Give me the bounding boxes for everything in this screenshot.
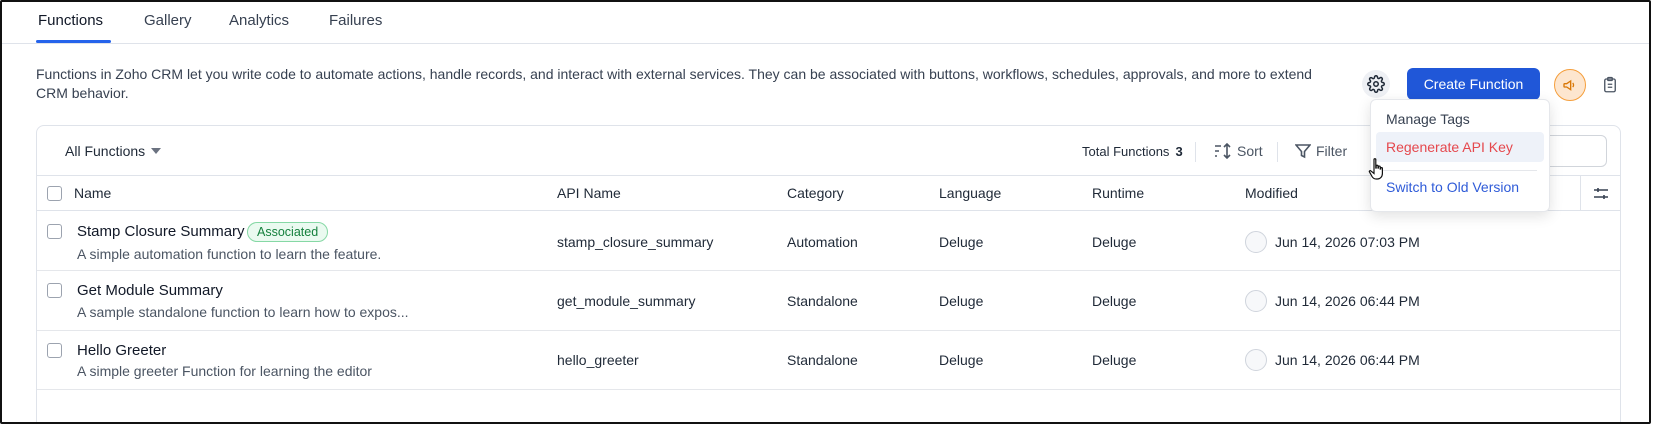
column-header-modified[interactable]: Modified — [1245, 185, 1298, 201]
function-name[interactable]: Hello Greeter — [77, 342, 166, 359]
table-row[interactable]: Get Module Summary A sample standalone f… — [37, 271, 1620, 331]
api-name-cell: hello_greeter — [557, 352, 639, 368]
avatar — [1245, 349, 1267, 371]
view-filter-label: All Functions — [65, 143, 146, 159]
modified-cell: Jun 14, 2026 06:44 PM — [1275, 352, 1420, 368]
row-checkbox[interactable] — [47, 283, 62, 298]
sort-icon — [1215, 143, 1231, 159]
function-name[interactable]: Stamp Closure Summary — [77, 223, 245, 240]
modified-cell: Jun 14, 2026 06:44 PM — [1275, 293, 1420, 309]
hand-cursor-icon — [1368, 158, 1383, 180]
megaphone-icon — [1563, 79, 1575, 91]
column-settings-button[interactable] — [1580, 176, 1620, 211]
caret-down-icon — [151, 148, 162, 154]
toolbar-divider — [1277, 142, 1278, 162]
runtime-cell: Deluge — [1092, 352, 1137, 368]
announcements-button[interactable] — [1554, 69, 1586, 101]
active-tab-indicator — [36, 40, 111, 43]
sort-button[interactable]: Sort — [1214, 143, 1263, 159]
function-description: A simple automation function to learn th… — [77, 246, 382, 262]
column-header-language[interactable]: Language — [939, 185, 1001, 201]
menu-item-manage-tags[interactable]: Manage Tags — [1386, 111, 1470, 127]
column-header-category[interactable]: Category — [787, 185, 844, 201]
category-cell: Standalone — [787, 293, 858, 309]
avatar — [1245, 231, 1267, 253]
table-row[interactable]: Hello Greeter A simple greeter Function … — [37, 331, 1620, 390]
clipboard-icon — [1604, 76, 1616, 93]
menu-divider — [1383, 170, 1537, 171]
column-header-api-name[interactable]: API Name — [557, 185, 621, 201]
menu-item-switch-old-version[interactable]: Switch to Old Version — [1386, 179, 1519, 195]
row-checkbox[interactable] — [47, 224, 62, 239]
filter-icon — [1295, 144, 1311, 159]
toolbar-divider — [1195, 142, 1196, 162]
filter-label: Filter — [1316, 143, 1348, 159]
sort-label: Sort — [1237, 143, 1263, 159]
view-filter-dropdown[interactable]: All Functions — [65, 143, 162, 159]
runtime-cell: Deluge — [1092, 293, 1137, 309]
select-all-checkbox[interactable] — [47, 186, 62, 201]
tab-analytics[interactable]: Analytics — [229, 12, 289, 29]
language-cell: Deluge — [939, 293, 984, 309]
row-checkbox[interactable] — [47, 343, 62, 358]
sliders-icon — [1593, 187, 1608, 199]
column-header-name[interactable]: Name — [74, 185, 111, 201]
language-cell: Deluge — [939, 234, 984, 250]
category-cell: Automation — [787, 234, 858, 250]
total-label: Total Functions — [1082, 144, 1170, 159]
runtime-cell: Deluge — [1092, 234, 1137, 250]
tab-failures[interactable]: Failures — [329, 12, 382, 29]
table-row[interactable]: Stamp Closure Summary Associated A simpl… — [37, 211, 1620, 271]
documentation-button[interactable] — [1599, 72, 1621, 98]
menu-item-regenerate-api-key[interactable]: Regenerate API Key — [1386, 139, 1513, 155]
avatar — [1245, 290, 1267, 312]
api-name-cell: stamp_closure_summary — [557, 234, 714, 250]
tab-gallery[interactable]: Gallery — [144, 12, 192, 29]
tab-functions[interactable]: Functions — [38, 12, 103, 29]
settings-button[interactable] — [1362, 70, 1390, 98]
settings-menu: Manage Tags Regenerate API Key Switch to… — [1370, 99, 1550, 212]
category-cell: Standalone — [787, 352, 858, 368]
create-function-button[interactable]: Create Function — [1407, 68, 1540, 100]
language-cell: Deluge — [939, 352, 984, 368]
total-count: 3 — [1175, 144, 1183, 159]
function-description: A simple greeter Function for learning t… — [77, 363, 372, 379]
app-window: Functions Gallery Analytics Failures Fun… — [0, 0, 1651, 424]
page-description: Functions in Zoho CRM let you write code… — [36, 66, 1312, 101]
column-header-runtime[interactable]: Runtime — [1092, 185, 1144, 201]
tab-bar: Functions Gallery Analytics Failures — [2, 2, 1649, 44]
total-functions: Total Functions 3 — [1082, 144, 1183, 159]
filter-button[interactable]: Filter — [1295, 143, 1347, 159]
modified-cell: Jun 14, 2026 07:03 PM — [1275, 234, 1420, 250]
associated-badge: Associated — [247, 222, 329, 242]
function-description: A sample standalone function to learn ho… — [77, 304, 409, 320]
api-name-cell: get_module_summary — [557, 293, 696, 309]
function-name[interactable]: Get Module Summary — [77, 282, 223, 299]
gear-icon — [1367, 75, 1385, 93]
